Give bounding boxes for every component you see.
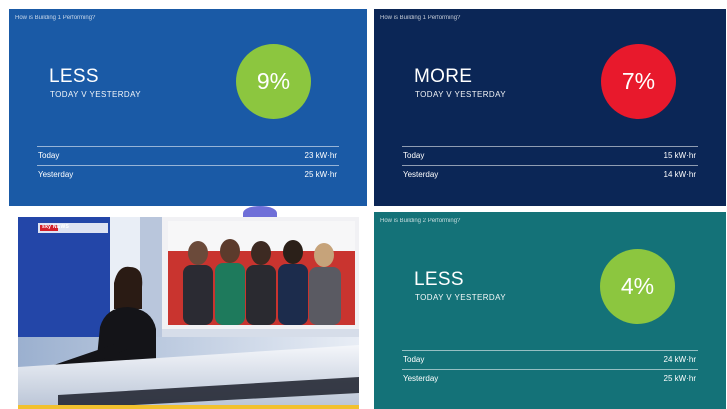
yesterday-label: Yesterday	[38, 170, 74, 179]
channel-logo: sky NEWS	[42, 224, 70, 230]
divider	[402, 165, 698, 166]
percent-change-badge: 7%	[601, 44, 676, 119]
today-value: 15 kW·hr	[663, 151, 696, 160]
comparison-subtitle: TODAY V YESTERDAY	[415, 293, 506, 302]
tv-news-feed: sky NEWS	[18, 217, 359, 409]
building2-panel: How is Building 2 Performing? LESS TODAY…	[374, 212, 726, 409]
comparison-subtitle: TODAY V YESTERDAY	[50, 90, 141, 99]
percent-change-badge: 9%	[236, 44, 311, 119]
divider	[37, 165, 339, 166]
divider	[402, 369, 698, 370]
panel-caption: How is Building 2 Performing?	[380, 218, 461, 224]
percent-change-value: 4%	[620, 273, 655, 299]
divider	[402, 350, 698, 351]
performance-headline: MORE	[414, 66, 473, 87]
today-label: Today	[38, 151, 60, 160]
yesterday-value: 25 kW·hr	[304, 170, 337, 179]
news-studio-image	[18, 217, 359, 409]
building1-panel: How is Building 1 Performing? LESS TODAY…	[9, 9, 367, 206]
today-value: 24 kW·hr	[663, 355, 696, 364]
divider	[37, 146, 339, 147]
today-label: Today	[403, 355, 425, 364]
divider	[402, 146, 698, 147]
yesterday-label: Yesterday	[403, 374, 439, 383]
screen-people	[183, 239, 341, 325]
performance-headline: LESS	[49, 66, 99, 87]
today-label: Today	[403, 151, 425, 160]
percent-change-badge: 4%	[600, 249, 675, 324]
comparison-subtitle: TODAY V YESTERDAY	[415, 90, 506, 99]
percent-change-value: 7%	[621, 68, 656, 94]
building1-panel-2: How is Building 1 Performing? MORE TODAY…	[374, 9, 726, 206]
yesterday-value: 14 kW·hr	[663, 170, 696, 179]
today-value: 23 kW·hr	[304, 151, 337, 160]
panel-caption: How is Building 1 Performing?	[380, 15, 461, 21]
percent-change-value: 9%	[256, 68, 291, 94]
yesterday-label: Yesterday	[403, 170, 439, 179]
panel-caption: How is Building 1 Performing?	[15, 15, 96, 21]
performance-headline: LESS	[414, 269, 464, 290]
yesterday-value: 25 kW·hr	[663, 374, 696, 383]
